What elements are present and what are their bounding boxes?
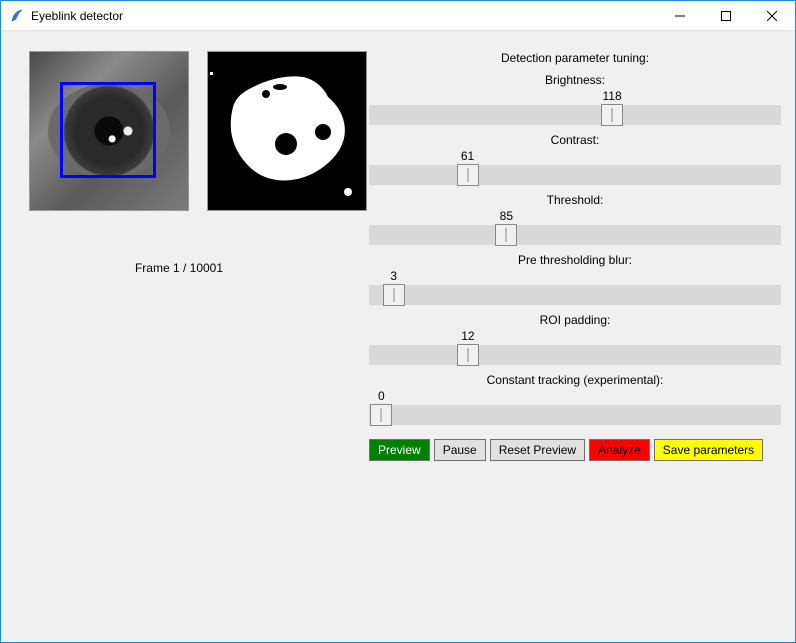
pause-button[interactable]: Pause [434,439,486,461]
roi-rectangle [60,82,156,178]
param-label: ROI padding: [369,313,781,327]
save-parameters-button[interactable]: Save parameters [654,439,763,461]
slider-track [369,405,781,425]
slider-thumb[interactable] [370,404,392,426]
param-label: Pre thresholding blur: [369,253,781,267]
left-column: Frame 1 / 10001 [29,51,369,628]
padding-slider[interactable]: 12 [369,329,781,365]
threshold-slider[interactable]: 85 [369,209,781,245]
slider-track [369,165,781,185]
content-area: Frame 1 / 10001 Detection parameter tuni… [1,31,795,642]
param-tracking: Constant tracking (experimental): 0 [369,373,781,425]
app-window: Eyeblink detector [0,0,796,643]
slider-value: 61 [461,149,474,163]
raw-image-view [29,51,189,211]
slider-thumb[interactable] [457,344,479,366]
slider-value: 118 [603,89,622,103]
param-padding: ROI padding: 12 [369,313,781,365]
slider-thumb[interactable] [495,224,517,246]
slider-thumb[interactable] [457,164,479,186]
preview-button[interactable]: Preview [369,439,430,461]
param-threshold: Threshold: 85 [369,193,781,245]
slider-track [369,345,781,365]
param-label: Contrast: [369,133,781,147]
blur-slider[interactable]: 3 [369,269,781,305]
analyze-button[interactable]: Analyze [589,439,650,461]
button-row: Preview Pause Reset Preview Analyze Save… [369,439,781,461]
minimize-button[interactable] [657,1,703,31]
slider-track [369,225,781,245]
slider-value: 85 [500,209,513,223]
brightness-slider[interactable]: 118 [369,89,781,125]
maximize-button[interactable] [703,1,749,31]
param-contrast: Contrast: 61 [369,133,781,185]
app-icon [9,8,25,24]
window-title: Eyeblink detector [31,9,123,23]
slider-track [369,285,781,305]
panel-title: Detection parameter tuning: [369,51,781,65]
param-label: Threshold: [369,193,781,207]
reset-preview-button[interactable]: Reset Preview [490,439,585,461]
slider-value: 3 [390,269,397,283]
slider-value: 0 [378,389,385,403]
contrast-slider[interactable]: 61 [369,149,781,185]
threshold-image [208,52,366,210]
slider-track [369,105,781,125]
param-brightness: Brightness: 118 [369,73,781,125]
slider-value: 12 [461,329,474,343]
slider-thumb[interactable] [383,284,405,306]
slider-thumb[interactable] [601,104,623,126]
param-label: Constant tracking (experimental): [369,373,781,387]
threshold-image-view [207,51,367,211]
param-label: Brightness: [369,73,781,87]
title-bar: Eyeblink detector [1,1,795,31]
tracking-slider[interactable]: 0 [369,389,781,425]
close-button[interactable] [749,1,795,31]
frame-counter: Frame 1 / 10001 [29,261,369,275]
parameter-panel: Detection parameter tuning: Brightness: … [369,51,781,628]
param-blur: Pre thresholding blur: 3 [369,253,781,305]
